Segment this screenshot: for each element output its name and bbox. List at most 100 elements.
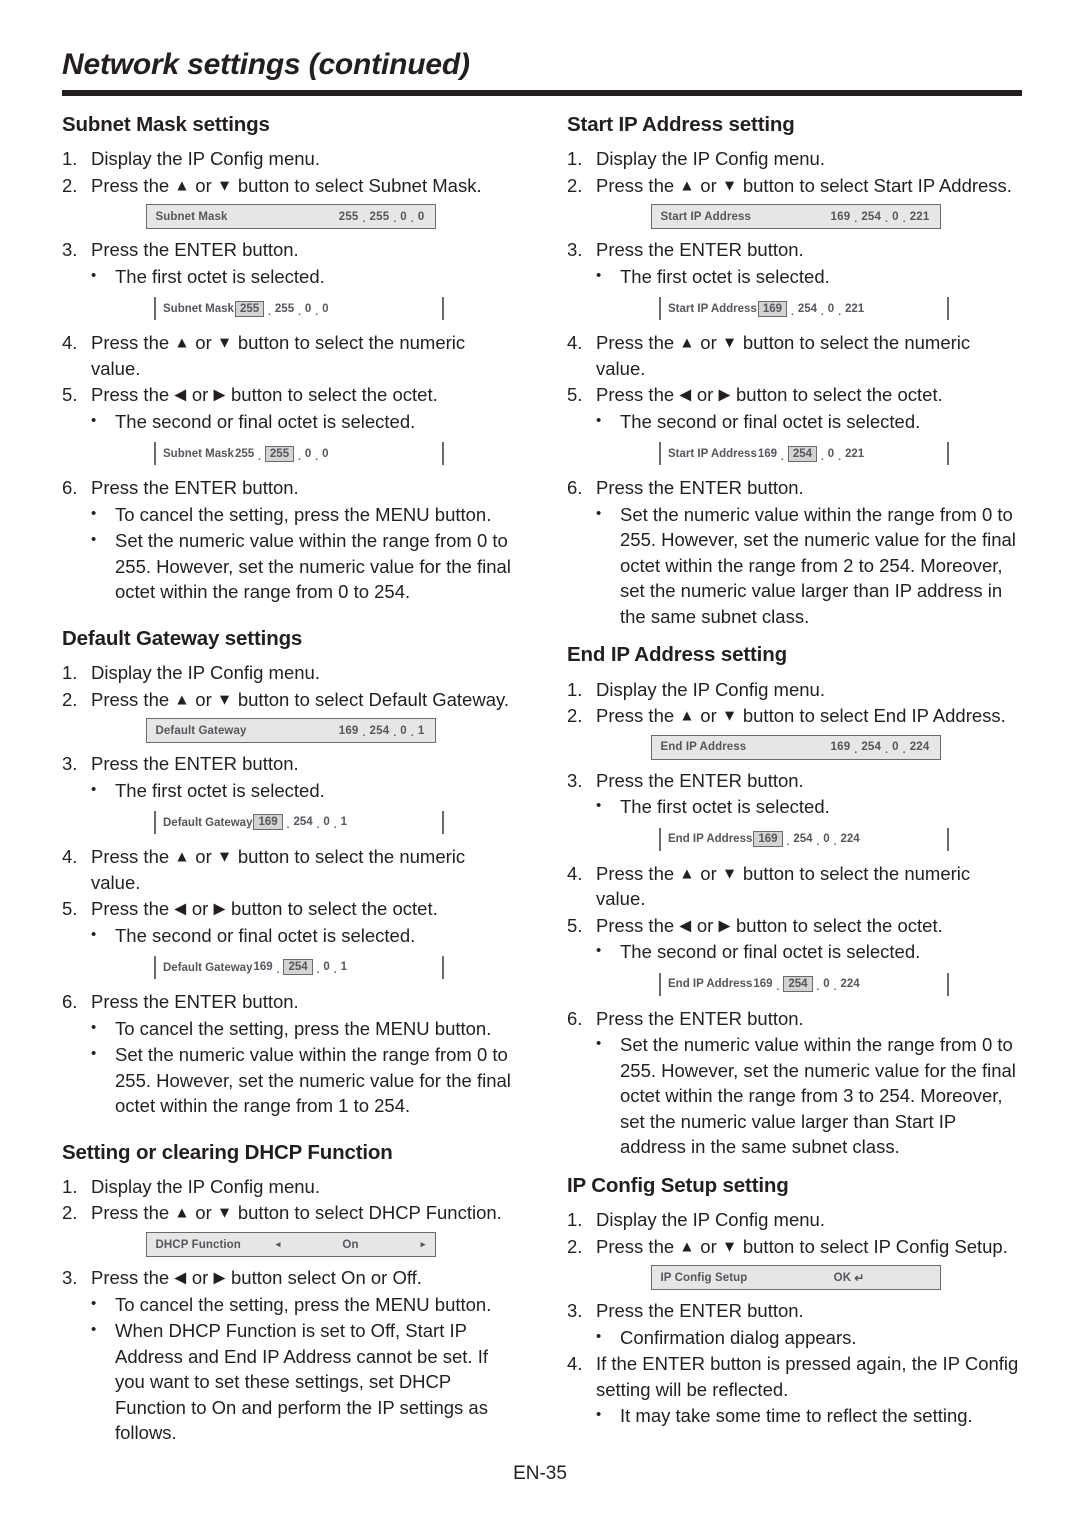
osd-widget-container: End IP Address 169. 254. 0. 224 [567,971,1024,998]
octet-3[interactable]: 0 [322,961,330,973]
octet-2[interactable]: 254 [797,303,818,315]
octet-4[interactable]: 0 [321,448,329,460]
up-arrow-icon: ▲ [679,865,696,883]
octet-1-selected[interactable]: 169 [753,830,783,847]
octet-3[interactable]: 0 [891,211,900,223]
end-ip-address-osd-first-selected[interactable]: End IP Address 169. 254. 0. 224 [659,826,949,853]
octet-1[interactable]: 255 [338,211,360,223]
ip-config-setup-osd[interactable]: IP Config Setup OK ↵ [650,1265,941,1291]
dot-separator: . [316,965,320,977]
octet-2-selected[interactable]: 255 [264,445,295,462]
subnet-mask-osd-first-selected[interactable]: Subnet Mask 255. 255. 0. 0 [154,295,444,322]
left-arrow-icon: ◀ [174,1269,187,1287]
default-gateway-osd-second-selected[interactable]: Default Gateway 169. 254. 0. 1 [154,954,444,981]
default-gateway-osd[interactable]: Default Gateway 169. 254. 0. 1 [145,718,436,744]
octet-3[interactable]: 0 [399,725,408,737]
octet-2[interactable]: 254 [792,833,813,845]
octet-2[interactable]: 254 [860,211,882,223]
chevron-right-icon[interactable]: ▸ [421,1240,426,1249]
subnet-mask-osd[interactable]: Subnet Mask 255. 255. 0. 0 [145,204,436,230]
step-item: 1. Display the IP Config menu. [567,677,1024,703]
end-ip-address-osd-second-selected[interactable]: End IP Address 169. 254. 0. 224 [659,971,949,998]
octet-2-selected[interactable]: 254 [283,959,313,976]
octet-4[interactable]: 221 [844,448,865,460]
octet-4[interactable]: 221 [909,211,931,223]
section-heading: Start IP Address setting [567,113,795,136]
step-item: 3. Press the ENTER button. [62,237,519,263]
octet-3[interactable]: 0 [827,303,835,315]
end-ip-address-osd[interactable]: End IP Address 169. 254. 0. 224 [650,734,941,760]
octet-2-selected[interactable]: 254 [787,445,817,462]
osd-widget-container: Start IP Address 169. 254. 0. 221 [567,295,1024,322]
step-text-pre: Press the [91,332,175,354]
bullet-item: • The second or final octet is selected. [596,409,1024,435]
octet-4[interactable]: 1 [417,725,426,737]
octet-4[interactable]: 1 [340,961,348,973]
start-ip-address-osd-second-selected[interactable]: Start IP Address 169. 254. 0. 221 [659,440,949,467]
step-text: Press the ENTER button. [91,239,299,261]
start-ip-address-osd[interactable]: Start IP Address 169. 254. 0. 221 [650,204,941,230]
bullet-icon: • [91,1045,97,1063]
octet-2[interactable]: 254 [860,741,882,753]
octet-4[interactable]: 0 [321,303,329,315]
osd-widget-container: IP Config Setup OK ↵ [567,1265,1024,1291]
bullet-icon: • [596,1035,602,1053]
chevron-left-icon[interactable]: ◂ [276,1240,281,1249]
octet-2[interactable]: 254 [369,725,391,737]
step-item: 5. Press the ◀ or ▶ button to select the… [62,382,519,408]
octet-3[interactable]: 0 [827,448,835,460]
octet-1-selected[interactable]: 169 [253,814,283,831]
octet-1[interactable]: 169 [757,448,778,460]
octet-3[interactable]: 0 [822,833,830,845]
down-arrow-icon: ▼ [721,1238,738,1256]
octet-2[interactable]: 254 [292,816,313,828]
step-text: Press the ▲ or ▼ button to select Defaul… [91,687,519,713]
octet-1[interactable]: 169 [752,978,773,990]
step-text-pre: Press the [596,332,680,354]
start-ip-address-osd-first-selected[interactable]: Start IP Address 169. 254. 0. 221 [659,295,949,322]
octet-1[interactable]: 169 [252,961,273,973]
octet-3[interactable]: 0 [822,978,830,990]
step-item: 4. Press the ▲ or ▼ button to select the… [62,844,519,895]
octet-1[interactable]: 169 [830,741,852,753]
octet-2[interactable]: 255 [274,303,295,315]
step-text: Press the ENTER button. [596,769,804,791]
octet-3[interactable]: 0 [399,211,408,223]
up-arrow-icon: ▲ [174,848,191,866]
octet-2-selected[interactable]: 254 [783,975,813,992]
section-start-ip-address: Start IP Address setting 1. Display the … [567,113,1024,629]
dhcp-function-osd[interactable]: DHCP Function ◂ On ▸ [145,1232,436,1257]
octet-1-selected[interactable]: 255 [234,300,265,317]
default-gateway-osd-first-selected[interactable]: Default Gateway 169. 254. 0. 1 [154,809,444,836]
step-number: 2. [567,705,583,727]
octet-1[interactable]: 169 [338,725,360,737]
octet-3[interactable]: 0 [322,816,330,828]
osd-widget-container: Default Gateway 169. 254. 0. 1 [62,954,519,981]
step-item: 3. Press the ENTER button. [62,751,519,777]
octet-1[interactable]: 169 [830,211,852,223]
step-item: 5. Press the ◀ or ▶ button to select the… [567,382,1024,408]
dot-separator: . [902,744,906,756]
step-number: 3. [567,1300,583,1322]
octet-4[interactable]: 224 [839,833,860,845]
step-text-mid: or [190,332,217,354]
bullet-text: Set the numeric value within the range f… [620,1034,1016,1158]
left-column: Subnet Mask settings 1. Display the IP C… [62,113,519,1447]
step-item: 1. Display the IP Config menu. [62,1174,519,1200]
octet-4[interactable]: 224 [839,978,860,990]
octet-4[interactable]: 1 [340,816,348,828]
octet-4[interactable]: 0 [417,211,426,223]
subnet-mask-osd-second-selected[interactable]: Subnet Mask 255. 255. 0. 0 [154,440,444,467]
octet-2[interactable]: 255 [369,211,391,223]
down-arrow-icon: ▼ [721,707,738,725]
step-number: 6. [62,477,78,499]
octet-4[interactable]: 221 [844,303,865,315]
step-text-post: button to select Subnet Mask. [232,174,482,196]
octet-1-selected[interactable]: 169 [757,300,788,317]
octet-4[interactable]: 224 [909,741,931,753]
bullet-icon: • [596,1327,602,1345]
octet-3[interactable]: 0 [891,741,900,753]
bullet-icon: • [91,531,97,549]
step-text: Press the ▲ or ▼ button to select the nu… [91,330,519,381]
octet-1[interactable]: 255 [234,448,255,460]
